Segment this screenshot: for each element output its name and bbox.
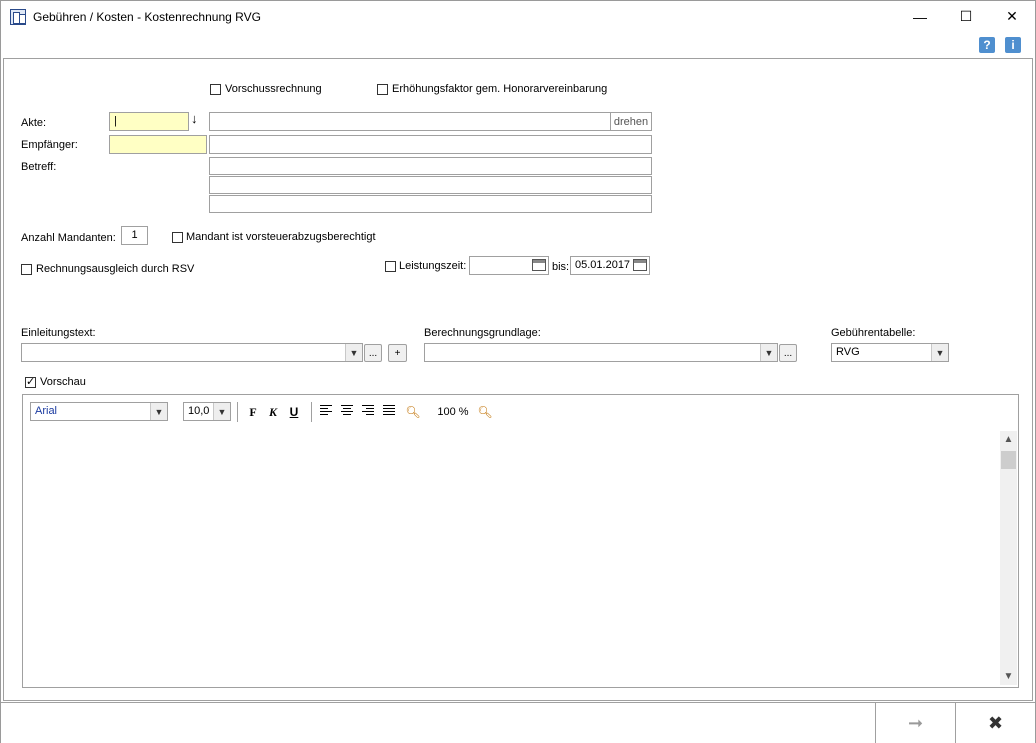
font-value: Arial — [35, 405, 58, 417]
betreff-line-3[interactable] — [209, 195, 652, 213]
main-panel: Vorschussrechnung Erhöhungsfaktor gem. H… — [3, 58, 1033, 701]
rsv-checkbox[interactable] — [21, 264, 32, 275]
vorschau-checkbox[interactable] — [25, 375, 36, 388]
zoom-level: 100 % — [437, 406, 469, 418]
align-center-icon[interactable] — [341, 405, 353, 416]
tabelle-label: Gebührentabelle: — [831, 327, 916, 339]
anzahl-label: Anzahl Mandanten: — [21, 232, 116, 244]
add-einleitung-button[interactable]: + — [388, 344, 407, 362]
empfaenger-name-field[interactable] — [209, 135, 652, 154]
chevron-down-icon[interactable]: ▼ — [213, 403, 230, 420]
drehen-button[interactable]: drehen — [610, 112, 652, 131]
size-value: 10,0 — [188, 405, 210, 417]
title-bar: Gebühren / Kosten - Kostenrechnung RVG —… — [1, 1, 1035, 33]
einleitung-label: Einleitungstext: — [21, 327, 96, 339]
bis-label: bis: — [552, 261, 570, 273]
empfaenger-input[interactable] — [109, 135, 207, 154]
vorschuss-checkbox[interactable] — [210, 84, 221, 95]
vorschuss-label: Vorschussrechnung — [225, 83, 322, 95]
chevron-down-icon[interactable]: ▼ — [931, 344, 948, 361]
scroll-thumb[interactable] — [1001, 451, 1016, 469]
toolbar-divider — [237, 402, 238, 422]
vorschau-label: Vorschau — [40, 376, 86, 388]
calendar-icon[interactable] — [532, 259, 546, 271]
bold-button[interactable]: F — [245, 404, 261, 420]
info-icon[interactable]: i — [1005, 37, 1021, 53]
betreff-line-1[interactable] — [209, 157, 652, 175]
scroll-up-icon[interactable]: ▲ — [1000, 431, 1017, 448]
akte-search-arrow-icon[interactable]: ↓ — [191, 111, 198, 126]
close-button[interactable]: ✕ — [989, 1, 1035, 32]
betreff-line-2[interactable] — [209, 176, 652, 194]
minimize-button[interactable]: — — [897, 1, 943, 32]
berechnung-browse-button[interactable]: ... — [779, 344, 797, 362]
app-icon — [10, 9, 26, 25]
preview-editor[interactable]: Arial ▼ 10,0 ▼ F K U 🔍︎ 100 % 🔍︎ ▲ ▼ — [22, 394, 1019, 688]
einleitung-browse-button[interactable]: ... — [364, 344, 382, 362]
berechnung-combo[interactable]: ▼ — [424, 343, 778, 362]
chevron-down-icon[interactable]: ▼ — [150, 403, 167, 420]
akte-label: Akte: — [21, 117, 47, 129]
chevron-down-icon[interactable]: ▼ — [345, 344, 362, 361]
einleitung-combo[interactable]: ▼ — [21, 343, 363, 362]
zoom-out-icon[interactable]: 🔍︎ — [405, 404, 421, 420]
leistungszeit-checkbox[interactable] — [385, 261, 396, 272]
zoom-in-icon[interactable]: 🔍︎ — [477, 404, 493, 420]
empfaenger-label: Empfänger: — [21, 139, 78, 151]
anzahl-input[interactable]: 1 — [121, 226, 148, 245]
maximize-button[interactable]: ☐ — [943, 1, 989, 32]
font-combo[interactable]: Arial ▼ — [30, 402, 168, 421]
rsv-label: Rechnungsausgleich durch RSV — [36, 263, 195, 275]
footer-bar: ➞ ✖ — [1, 702, 1035, 743]
window-title: Gebühren / Kosten - Kostenrechnung RVG — [33, 10, 261, 24]
chevron-down-icon[interactable]: ▼ — [760, 344, 777, 361]
akte-input[interactable]: | — [109, 112, 189, 131]
leistungszeit-label: Leistungszeit: — [399, 260, 467, 272]
scroll-down-icon[interactable]: ▼ — [1000, 668, 1017, 685]
erhoehung-checkbox[interactable] — [377, 84, 388, 95]
toolbar-divider — [311, 402, 312, 422]
italic-button[interactable]: K — [265, 404, 281, 420]
berechnung-label: Berechnungsgrundlage: — [424, 327, 541, 339]
calendar-icon[interactable] — [633, 259, 647, 271]
erhoehung-label: Erhöhungsfaktor gem. Honorarvereinbarung — [392, 83, 608, 95]
vorsteuer-checkbox[interactable] — [172, 232, 183, 243]
vorsteuer-label: Mandant ist vorsteuerabzugsberechtigt — [186, 231, 376, 243]
align-justify-icon[interactable] — [383, 405, 395, 416]
next-button[interactable]: ➞ — [875, 703, 955, 743]
size-combo[interactable]: 10,0 ▼ — [183, 402, 231, 421]
akte-name-field[interactable] — [209, 112, 611, 131]
tabelle-combo[interactable]: RVG ▼ — [831, 343, 949, 362]
underline-button[interactable]: U — [286, 404, 302, 420]
cancel-button[interactable]: ✖ — [955, 703, 1035, 743]
align-left-icon[interactable] — [320, 405, 332, 416]
betreff-label: Betreff: — [21, 161, 57, 173]
app-window: Gebühren / Kosten - Kostenrechnung RVG —… — [0, 0, 1036, 743]
help-icon[interactable]: ? — [979, 37, 995, 53]
align-right-icon[interactable] — [362, 405, 374, 416]
tabelle-value: RVG — [836, 346, 860, 358]
vertical-scrollbar[interactable]: ▲ ▼ — [1000, 431, 1017, 685]
